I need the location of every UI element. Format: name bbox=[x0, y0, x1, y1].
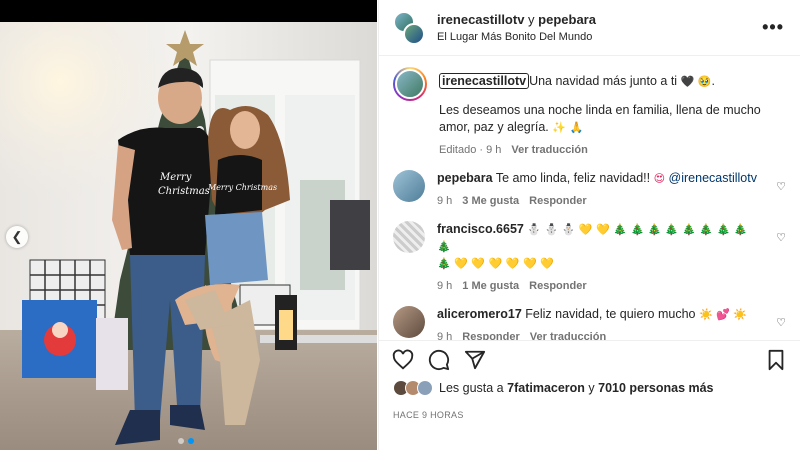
comment-icon bbox=[428, 349, 450, 370]
avatar[interactable] bbox=[393, 170, 425, 202]
more-horizontal-icon[interactable]: ••• bbox=[760, 17, 786, 38]
username-link[interactable]: pepebara bbox=[538, 12, 596, 27]
action-bar bbox=[379, 340, 800, 378]
comment-emoji: 😍 bbox=[653, 172, 666, 185]
liker-avatars bbox=[393, 380, 433, 396]
post-timestamp: HACE 9 HORAS bbox=[393, 410, 464, 420]
like-button[interactable] bbox=[391, 348, 415, 372]
comment-time: 9 h bbox=[437, 280, 453, 292]
header-text: irenecastillotv y pepebara El Lugar Más … bbox=[437, 12, 760, 43]
comment-item: francisco.6657 ⛄ ⛄ ⛄ 💛 💛 🎄 🎄 🎄 🎄 🎄 🎄 🎄 🎄… bbox=[393, 221, 786, 292]
carousel-dot bbox=[178, 438, 184, 444]
comment-item: pepebara Te amo linda, feliz navidad!! 😍… bbox=[393, 170, 786, 207]
caption-meta: Editado · 9 h Ver traducción bbox=[439, 144, 588, 156]
comment-username[interactable]: francisco.6657 bbox=[437, 222, 524, 236]
photo-illustration: Merry Christmas Merry Christmas bbox=[0, 0, 377, 450]
caption-line2-text: Les deseamos una noche linda en familia,… bbox=[439, 103, 761, 134]
avatar bbox=[403, 22, 425, 45]
comment-username[interactable]: aliceromero17 bbox=[437, 307, 522, 321]
post-side-panel: irenecastillotv y pepebara El Lugar Más … bbox=[378, 0, 800, 450]
comment-time: 9 h bbox=[437, 195, 453, 207]
liker-username[interactable]: 7fatimaceron bbox=[507, 381, 585, 395]
avatar bbox=[417, 380, 433, 396]
collab-avatars[interactable] bbox=[393, 10, 425, 45]
comment-text: Te amo linda, feliz navidad!! bbox=[495, 171, 651, 185]
comment-likes[interactable]: 3 Me gusta bbox=[462, 195, 519, 207]
bookmark-icon bbox=[768, 349, 784, 370]
comment-username[interactable]: pepebara bbox=[437, 171, 493, 185]
carousel-dot-active bbox=[188, 438, 194, 444]
likes-others-link[interactable]: 7010 personas más bbox=[598, 381, 713, 395]
caption-emoji: 🖤 bbox=[680, 75, 695, 88]
reply-button[interactable]: Responder bbox=[462, 331, 519, 340]
comment-item: aliceromero17 Feliz navidad, te quiero m… bbox=[393, 306, 786, 340]
save-button[interactable] bbox=[764, 348, 788, 372]
caption-text: Una navidad más junto a ti bbox=[529, 74, 678, 88]
chevron-left-icon: ❮ bbox=[11, 229, 23, 244]
likes-joiner: y bbox=[588, 381, 595, 395]
location-link[interactable]: El Lugar Más Bonito Del Mundo bbox=[437, 31, 760, 43]
post-photo[interactable]: Merry Christmas Merry Christmas ❮ bbox=[0, 0, 377, 450]
username-link[interactable]: irenecastillotv bbox=[437, 12, 524, 27]
see-translation-link[interactable]: Ver traducción bbox=[511, 144, 587, 156]
comment-likes[interactable]: 1 Me gusta bbox=[462, 280, 519, 292]
caption-emoji: ✨ bbox=[552, 121, 566, 134]
reply-button[interactable]: Responder bbox=[529, 280, 586, 292]
post-header: irenecastillotv y pepebara El Lugar Más … bbox=[379, 0, 800, 56]
avatar[interactable] bbox=[393, 67, 427, 101]
carousel-prev-button[interactable]: ❮ bbox=[6, 226, 28, 248]
svg-text:Merry: Merry bbox=[159, 172, 192, 183]
comment-text: Feliz navidad, te quiero mucho bbox=[525, 307, 696, 321]
carousel-dots bbox=[178, 438, 194, 444]
caption-emoji: 🥹 bbox=[697, 75, 712, 88]
joiner-text: y bbox=[524, 12, 539, 27]
svg-text:Christmas: Christmas bbox=[158, 186, 210, 197]
caption-time: 9 h bbox=[486, 144, 502, 156]
caption-line2: Les deseamos una noche linda en familia,… bbox=[439, 102, 762, 136]
comment-like-icon[interactable]: ♡ bbox=[776, 180, 786, 193]
comment-like-icon[interactable]: ♡ bbox=[776, 316, 786, 329]
mention-link[interactable]: @irenecastillotv bbox=[669, 171, 757, 185]
svg-text:Merry Christmas: Merry Christmas bbox=[207, 183, 277, 192]
share-icon bbox=[464, 350, 486, 369]
caption-username[interactable]: irenecastillotv bbox=[439, 73, 530, 89]
share-button[interactable] bbox=[463, 348, 487, 372]
header-usernames: irenecastillotv y pepebara bbox=[437, 12, 760, 27]
comment-time: 9 h bbox=[437, 331, 453, 340]
comment-button[interactable] bbox=[427, 348, 451, 372]
likes-prefix: Les gusta a bbox=[439, 381, 504, 395]
reply-button[interactable]: Responder bbox=[529, 195, 586, 207]
caption-emoji: 🙏 bbox=[569, 121, 584, 134]
comments-list[interactable]: irenecastillotv Una navidad más junto a t… bbox=[379, 57, 800, 340]
caption: irenecastillotv Una navidad más junto a t… bbox=[393, 67, 786, 156]
avatar[interactable] bbox=[393, 221, 425, 253]
comment-like-icon[interactable]: ♡ bbox=[776, 231, 786, 244]
likes-summary[interactable]: Les gusta a 7fatimaceron y 7010 personas… bbox=[393, 380, 786, 396]
edited-label: Editado bbox=[439, 144, 477, 156]
heart-icon bbox=[392, 349, 414, 369]
see-translation-link[interactable]: Ver traducción bbox=[530, 331, 606, 340]
comment-emojis: ☀️ 💕 ☀️ bbox=[698, 308, 748, 321]
avatar[interactable] bbox=[393, 306, 425, 338]
comment-emojis: 🎄 💛 💛 💛 💛 💛 💛 bbox=[437, 257, 554, 270]
